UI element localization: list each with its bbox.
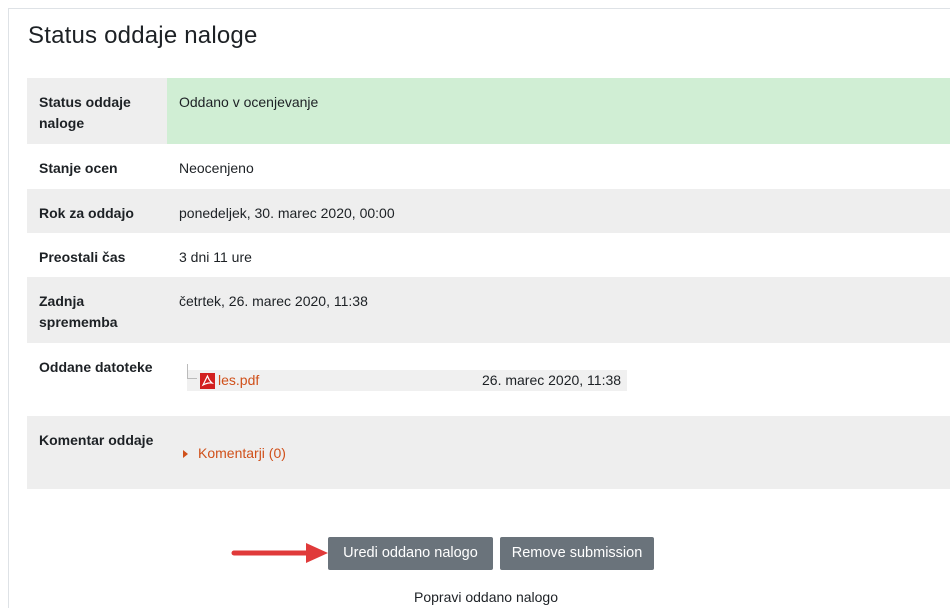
table-row-submission-comments: Komentar oddaje Komentarji (0) — [27, 416, 950, 489]
tree-connector — [187, 364, 197, 379]
file-tree-item: les.pdf 26. marec 2020, 11:38 — [187, 364, 627, 391]
comments-toggle-label: Komentarji (0) — [198, 445, 286, 461]
file-date: 26. marec 2020, 11:38 — [482, 372, 622, 388]
row-label: Rok za oddajo — [27, 189, 167, 233]
table-row-last-modified: Zadnja sprememba četrtek, 26. marec 2020… — [27, 277, 950, 343]
table-row-time-remaining: Preostali čas 3 dni 11 ure — [27, 233, 950, 277]
row-label: Komentar oddaje — [27, 416, 167, 489]
submission-status-value: Oddano v ocenjevanje — [167, 78, 950, 144]
row-label: Stanje ocen — [27, 144, 167, 189]
caret-right-icon — [183, 449, 188, 458]
table-row-due-date: Rok za oddajo ponedeljek, 30. marec 2020… — [27, 189, 950, 233]
submission-comments-cell: Komentarji (0) — [167, 416, 950, 489]
row-label: Preostali čas — [27, 233, 167, 277]
remove-submission-button[interactable]: Remove submission — [500, 537, 654, 570]
submission-status-table: Status oddaje naloge Oddano v ocenjevanj… — [27, 78, 950, 489]
grading-status-value: Neocenjeno — [167, 144, 950, 189]
file-submissions-cell: les.pdf 26. marec 2020, 11:38 — [167, 343, 950, 416]
table-row-submission-status: Status oddaje naloge Oddano v ocenjevanj… — [27, 78, 950, 144]
comments-toggle[interactable]: Komentarji (0) — [183, 443, 286, 464]
table-row-file-submissions: Oddane datoteke les.pdf 26. marec 2020, … — [27, 343, 950, 416]
due-date-value: ponedeljek, 30. marec 2020, 00:00 — [167, 189, 950, 233]
edit-submission-hint: Popravi oddano nalogo — [414, 589, 559, 605]
row-label: Zadnja sprememba — [27, 277, 167, 343]
pdf-icon — [200, 373, 215, 389]
row-label: Status oddaje naloge — [27, 78, 167, 144]
page-title: Status oddaje naloge — [28, 22, 258, 49]
edit-submission-button[interactable]: Uredi oddano nalogo — [328, 537, 493, 570]
row-label: Oddane datoteke — [27, 343, 167, 416]
time-remaining-value: 3 dni 11 ure — [167, 233, 950, 277]
file-link[interactable]: les.pdf — [218, 370, 259, 391]
table-row-grading-status: Stanje ocen Neocenjeno — [27, 144, 950, 189]
last-modified-value: četrtek, 26. marec 2020, 11:38 — [167, 277, 950, 343]
annotation-arrow-icon — [231, 543, 328, 563]
